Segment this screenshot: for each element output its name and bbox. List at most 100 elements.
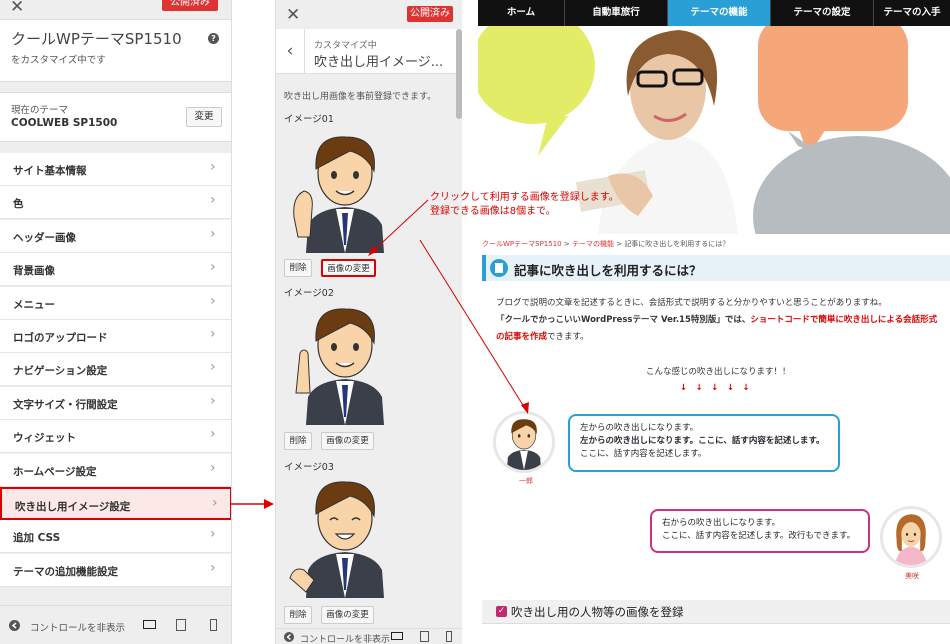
man-avatar-icon: [506, 419, 542, 470]
menu-item-label: 吹き出し用イメージ設定: [15, 501, 131, 513]
menu-item[interactable]: 文字サイズ・行間設定 ›: [0, 386, 231, 420]
hide-controls-label[interactable]: コントロールを非表示: [30, 620, 125, 634]
arrow-right-icon: [230, 499, 274, 509]
change-theme-button[interactable]: 変更: [186, 107, 222, 127]
delete-image-button[interactable]: 削除: [284, 432, 312, 450]
avatar-image-03: [286, 470, 404, 598]
speech-bubble-right: 右からの吹き出しになります。 ここに、話す内容を記述します。改行もできます。: [650, 509, 870, 553]
section-header: ‹ カスタマイズ中 吹き出し用イメージ...: [276, 29, 462, 74]
nav-item-theme-features[interactable]: テーマの機能: [668, 0, 771, 26]
paragraph-text: できます。: [547, 332, 589, 342]
menu-item-label: サイト基本情報: [13, 165, 87, 177]
back-button[interactable]: ‹: [276, 29, 305, 74]
top-bar: ✕ 公開済み: [0, 0, 231, 20]
menu-item[interactable]: ホームページ設定 ›: [0, 453, 231, 487]
breadcrumb-home[interactable]: クールWPテーマSP1510: [482, 240, 562, 248]
bubble-line: 左からの吹き出しになります。: [580, 423, 699, 433]
section-header-title: 吹き出し用イメージ...: [314, 55, 444, 70]
nav-item-get-theme[interactable]: テーマの入手: [874, 0, 950, 26]
menu-item-label: ロゴのアップロード: [13, 332, 108, 344]
chevron-right-icon: ›: [210, 326, 216, 342]
collapse-icon[interactable]: [9, 620, 20, 631]
collapse-icon[interactable]: [284, 632, 294, 642]
publish-button[interactable]: 公開済み: [407, 6, 453, 22]
breadcrumb-separator: >: [563, 240, 570, 248]
menu-item[interactable]: サイト基本情報 ›: [0, 153, 231, 186]
section-description: 吹き出し用画像を事前登録できます。: [284, 92, 437, 102]
menu-item[interactable]: 追加 CSS ›: [0, 520, 231, 554]
bubble-line: ここに、話す内容を記述します。改行もできます。: [662, 531, 856, 541]
arrow-row: ↓ ↓ ↓ ↓ ↓: [680, 383, 750, 393]
customizer-left-panel: ✕ 公開済み クールWPテーマSP1510 をカスタマイズ中です ? 現在のテー…: [0, 0, 232, 644]
avatar-image-02: [286, 297, 404, 425]
highlight-text: ショートコードで簡単に吹き出しによる会話形式: [750, 315, 938, 325]
mobile-icon[interactable]: [446, 631, 452, 642]
breadcrumb-category[interactable]: テーマの機能: [572, 240, 614, 248]
close-icon[interactable]: ✕: [10, 0, 24, 17]
bubble-line: 右からの吹き出しになります。: [662, 518, 781, 528]
menu-item-label: メニュー: [13, 298, 55, 311]
man-avatar-icon: [295, 308, 384, 425]
menu-item[interactable]: 色 ›: [0, 186, 231, 220]
image-label: イメージ01: [284, 114, 334, 125]
chevron-right-icon: ›: [210, 159, 216, 175]
menu-item[interactable]: メニュー ›: [0, 286, 231, 320]
menu-item[interactable]: 背景画像 ›: [0, 253, 231, 287]
document-icon: [490, 259, 508, 277]
menu-item[interactable]: ヘッダー画像 ›: [0, 219, 231, 253]
desktop-icon[interactable]: [143, 620, 156, 629]
section-heading: ✓ 吹き出し用の人物等の画像を登録: [482, 600, 950, 624]
delete-image-button[interactable]: 削除: [284, 606, 312, 624]
menu-item-label: ウィジェット: [13, 432, 76, 445]
nav-item-car-travel[interactable]: 自動車旅行: [565, 0, 668, 26]
article-title: 記事に吹き出しを利用するには？: [514, 263, 702, 278]
menu-item[interactable]: ウィジェット ›: [0, 420, 231, 454]
tablet-icon[interactable]: [176, 619, 186, 631]
current-theme-label: 現在のテーマ: [11, 105, 69, 116]
menu-item[interactable]: 吹き出し用イメージ設定 ›: [0, 487, 231, 520]
publish-button[interactable]: 公開済み: [162, 0, 218, 11]
menu-item[interactable]: テーマの追加機能設定 ›: [0, 553, 231, 587]
chevron-right-icon: ›: [210, 559, 216, 576]
site-preview: ホーム 自動車旅行 テーマの機能 テーマの設定 テーマの入手 クールWPテーマS…: [462, 0, 950, 644]
speaker-name-right: 美咲: [905, 572, 919, 580]
current-theme-box: 現在のテーマ COOLWEB SP1500 変更: [0, 92, 231, 142]
section-header-sub: カスタマイズ中: [314, 41, 377, 51]
nav-item-home[interactable]: ホーム: [478, 0, 565, 26]
close-icon[interactable]: ✕: [286, 5, 300, 25]
chevron-right-icon: ›: [210, 225, 216, 242]
current-theme-name: COOLWEB SP1500: [11, 117, 118, 129]
menu-item[interactable]: ナビゲーション設定 ›: [0, 353, 231, 387]
chevron-right-icon: ›: [210, 426, 216, 443]
menu-item[interactable]: ロゴのアップロード ›: [0, 320, 231, 353]
menu-item-label: 色: [13, 198, 24, 211]
chevron-right-icon: ›: [210, 526, 216, 543]
tablet-icon[interactable]: [420, 631, 429, 642]
menu-item-label: ヘッダー画像: [13, 231, 76, 244]
article-paragraph: の記事を作成できます。: [496, 330, 589, 342]
bubble-line: ここに、話す内容を記述します。: [580, 449, 707, 459]
chevron-right-icon: ›: [210, 359, 216, 376]
desktop-icon[interactable]: [391, 632, 403, 640]
hide-controls-label[interactable]: コントロールを非表示: [300, 632, 390, 644]
speaker-avatar-left: [493, 411, 555, 473]
chevron-right-icon: ›: [210, 192, 216, 209]
change-image-button[interactable]: 画像の変更: [321, 259, 376, 277]
change-image-button[interactable]: 画像の変更: [321, 606, 374, 624]
chevron-right-icon: ›: [210, 292, 216, 309]
breadcrumb: クールWPテーマSP1510 > テーマの機能 > 記事に吹き出しを利用するには…: [482, 239, 729, 249]
man-avatar-icon: [289, 481, 384, 598]
paragraph-text: 「クールでかっこいいWordPressテーマ Ver.15特別版」では、: [496, 315, 751, 325]
woman-avatar-icon: [894, 514, 928, 565]
chevron-right-icon: ›: [212, 495, 218, 511]
section-heading-text: 吹き出し用の人物等の画像を登録: [511, 605, 684, 619]
footer-bar: コントロールを非表示: [0, 605, 231, 644]
delete-image-button[interactable]: 削除: [284, 259, 312, 277]
menu-item-label: テーマの追加機能設定: [13, 565, 118, 578]
change-image-button[interactable]: 画像の変更: [321, 432, 374, 450]
mobile-icon[interactable]: [210, 619, 217, 631]
nav-item-theme-settings[interactable]: テーマの設定: [771, 0, 874, 26]
speech-bubble-left: 左からの吹き出しになります。 左からの吹き出しになります。ここに、話す内容を記述…: [568, 414, 840, 472]
avatar-image-01: [286, 125, 404, 253]
help-icon[interactable]: ?: [208, 33, 219, 44]
